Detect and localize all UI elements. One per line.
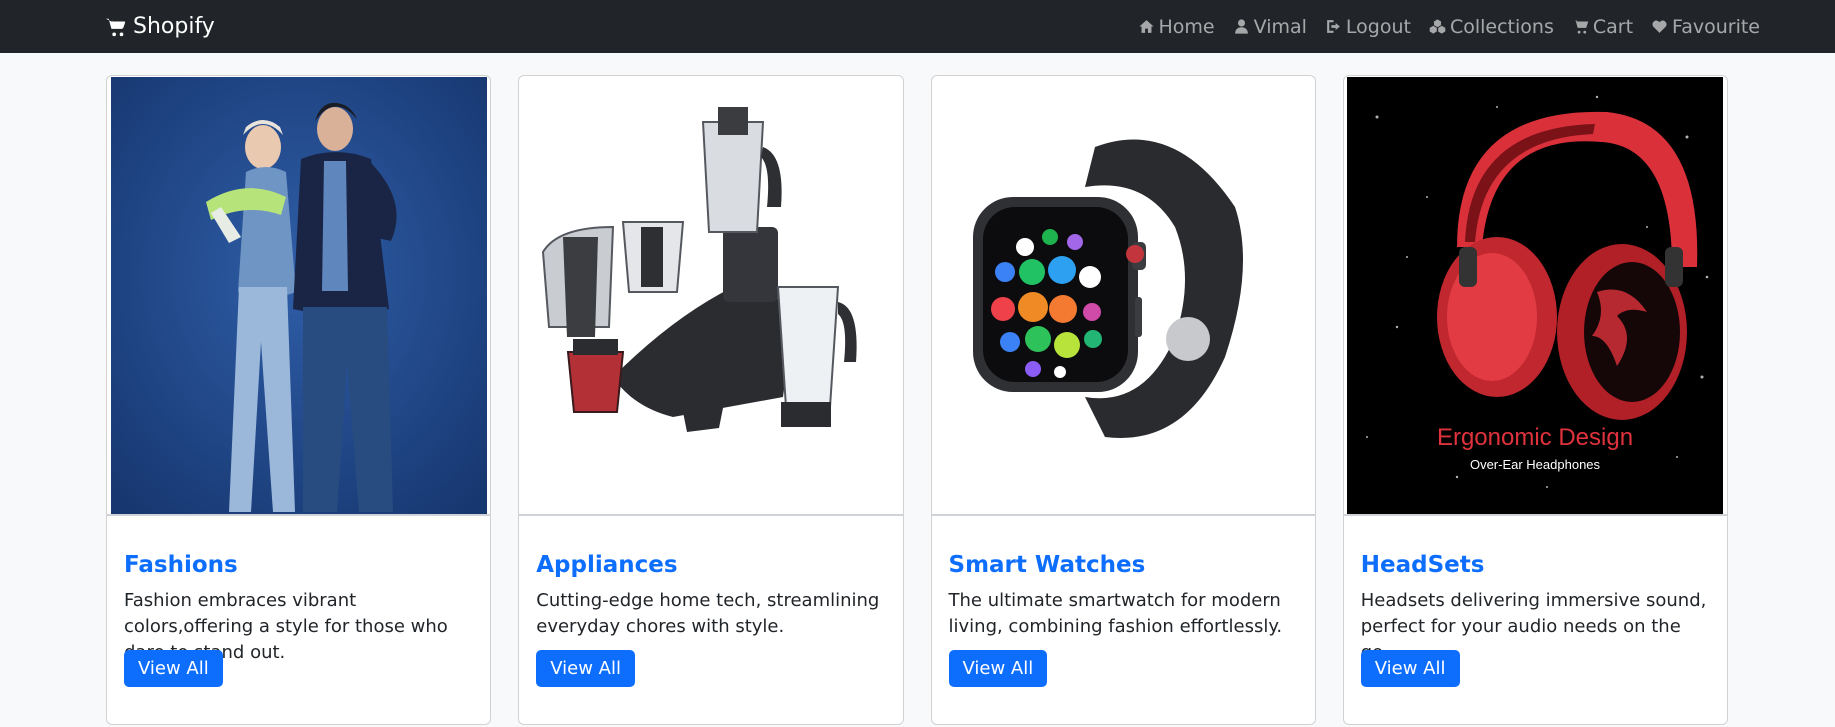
- nav-collections-label: Collections: [1449, 15, 1554, 38]
- fashion-image: [110, 77, 487, 514]
- card-body: Appliances Cutting-edge home tech, strea…: [519, 516, 902, 705]
- smartwatch-image: [935, 77, 1312, 514]
- card-description: Headsets delivering immersive sound, per…: [1360, 590, 1707, 663]
- collection-cards: Fashions Fashion embraces vibrant colors…: [0, 53, 1835, 725]
- card-title[interactable]: Smart Watches: [949, 552, 1297, 578]
- nav-favourite-label: Favourite: [1672, 15, 1760, 38]
- cubes-icon: [1429, 19, 1446, 34]
- view-all-button[interactable]: View All: [536, 650, 636, 687]
- card-description: The ultimate smartwatch for modern livin…: [948, 590, 1283, 637]
- image-caption: Ergonomic Design: [1437, 424, 1633, 451]
- headphones-image: Ergonomic Design Over-Ear Headphones: [1347, 77, 1724, 514]
- view-all-button[interactable]: View All: [124, 650, 223, 687]
- top-navbar: Shopify Home Vimal Logout Collections Ca…: [0, 0, 1835, 53]
- nav-logout-label: Logout: [1345, 15, 1411, 38]
- card-body: Smart Watches The ultimate smartwatch fo…: [932, 516, 1315, 705]
- card-title[interactable]: Appliances: [536, 552, 884, 578]
- nav-user-label: Vimal: [1253, 15, 1307, 38]
- card-title[interactable]: Fashions: [124, 552, 472, 578]
- nav-user[interactable]: Vimal: [1233, 16, 1307, 38]
- brand-name: Shopify: [133, 14, 215, 39]
- nav-collections[interactable]: Collections: [1429, 16, 1554, 38]
- smartwatch-photo: [931, 76, 1315, 516]
- image-subcaption: Over-Ear Headphones: [1470, 457, 1601, 472]
- nav-home[interactable]: Home: [1138, 16, 1215, 38]
- nav-cart-label: Cart: [1592, 15, 1634, 38]
- heart-icon: [1652, 20, 1667, 33]
- card-appliances: Appliances Cutting-edge home tech, strea…: [518, 75, 904, 725]
- home-icon: [1138, 20, 1154, 33]
- cart-icon: [105, 18, 126, 36]
- nav-favourite[interactable]: Favourite: [1651, 16, 1760, 38]
- card-body: Fashions Fashion embraces vibrant colors…: [107, 516, 490, 705]
- view-all-button[interactable]: View All: [948, 650, 1048, 687]
- view-all-button[interactable]: View All: [1360, 650, 1460, 687]
- card-headsets: Ergonomic Design Over-Ear Headphones Hea…: [1342, 75, 1728, 725]
- nav-links: Home Vimal Logout Collections Cart Favou…: [1138, 16, 1760, 38]
- mixer-grinder-photo: [519, 76, 903, 516]
- logout-icon: [1327, 20, 1340, 33]
- card-fashions: Fashions Fashion embraces vibrant colors…: [106, 75, 492, 725]
- headphones-photo: Ergonomic Design Over-Ear Headphones: [1343, 76, 1727, 516]
- user-icon: [1234, 19, 1248, 34]
- nav-logout[interactable]: Logout: [1325, 16, 1411, 38]
- card-smart-watches: Smart Watches The ultimate smartwatch fo…: [930, 75, 1316, 725]
- fashion-couple-photo: [107, 76, 491, 516]
- nav-cart[interactable]: Cart: [1572, 16, 1633, 38]
- brand-link[interactable]: Shopify: [105, 14, 215, 39]
- card-description: Cutting-edge home tech, streamlining eve…: [536, 590, 880, 637]
- appliances-image: [522, 77, 899, 514]
- card-title[interactable]: HeadSets: [1361, 552, 1709, 578]
- nav-home-label: Home: [1158, 15, 1215, 38]
- cart-icon: [1572, 20, 1589, 34]
- card-body: HeadSets Headsets delivering immersive s…: [1344, 516, 1727, 705]
- card-description: Fashion embraces vibrant colors,offering…: [124, 590, 448, 663]
